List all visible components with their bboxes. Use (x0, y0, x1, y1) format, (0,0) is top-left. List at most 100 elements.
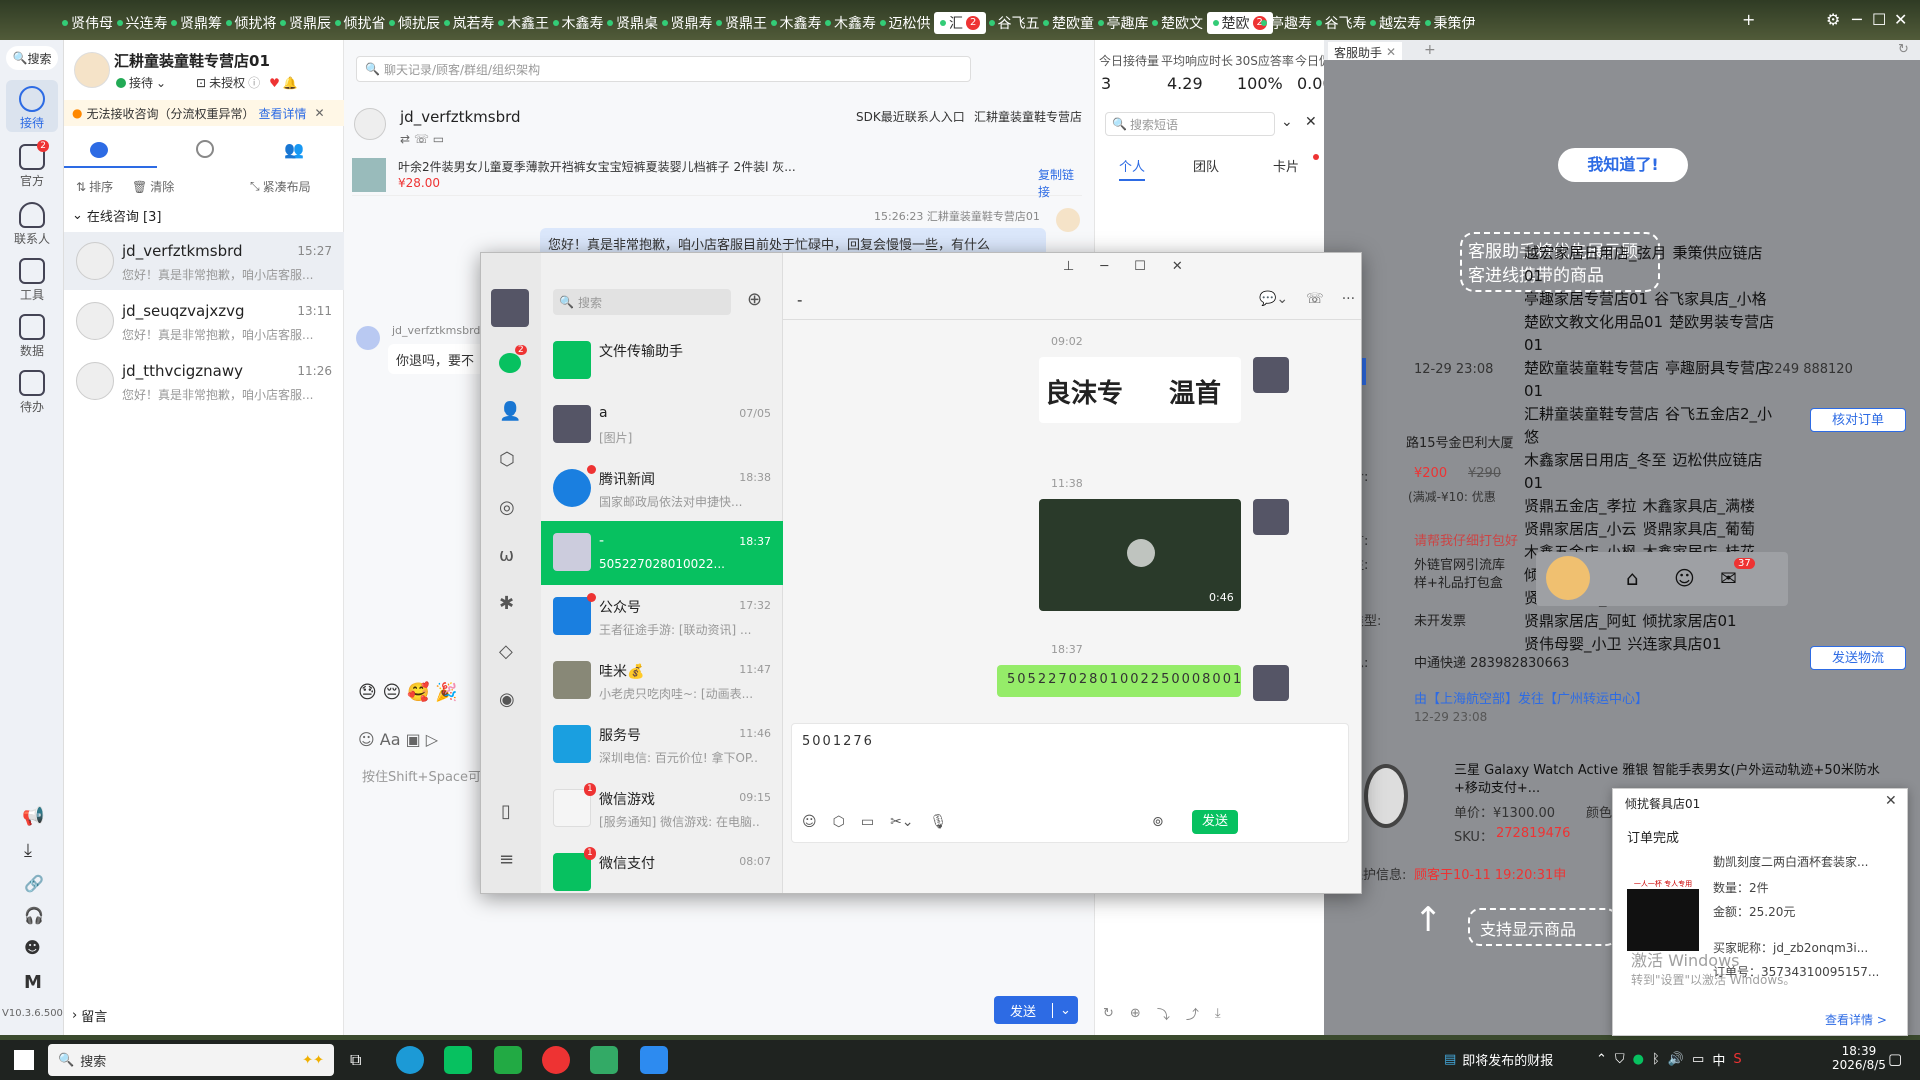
tab-store[interactable]: 木鑫王 (498, 12, 549, 34)
contacts-icon[interactable]: 👤 (499, 401, 521, 422)
chat-options-icon[interactable]: 💬⌄ (1259, 291, 1288, 307)
tab-store[interactable]: 秉策伊 (1424, 12, 1476, 34)
mascot-avatar[interactable] (1546, 556, 1590, 600)
tab-store[interactable]: 贤鼎寿 (661, 12, 713, 34)
chat-bubble-icon[interactable] (90, 142, 108, 158)
order-popup[interactable]: 倾扰餐具店01 ✕ 订单完成 一人一杯 专人专用 勤凯刻度二两白酒杯套装家...… (1612, 788, 1908, 1036)
refresh-icon[interactable]: ↻ (1103, 1006, 1114, 1021)
tab-store[interactable]: 木鑫寿 (552, 12, 604, 34)
tab-store[interactable]: 楚欧文 (1152, 12, 1203, 34)
auth-status[interactable]: ⊡ 未授权 ⓘ ♥ 🔔 (196, 74, 298, 91)
chat-icon[interactable] (499, 353, 521, 373)
app-red-icon[interactable] (542, 1046, 570, 1074)
task-view-icon[interactable]: ⧉ (350, 1050, 361, 1070)
wechat-tray-icon[interactable]: ● (1633, 1052, 1644, 1067)
miniprogram-icon[interactable]: ◇ (499, 641, 513, 662)
list-item[interactable]: 哇米💰 11:47 小老虎只吃肉哇~: [动画表... (541, 649, 783, 713)
search-input[interactable]: 🔍 聊天记录/顾客/群组/组织架构 (356, 56, 971, 82)
compact-layout-button[interactable]: ⤡ 紧凑布局 (250, 178, 311, 195)
tab-store[interactable]: 兴连寿 (116, 12, 168, 34)
nav-item-contacts[interactable]: 联系人 (6, 196, 58, 248)
store-list-item[interactable]: 汇耕童装童鞋专营店 (1524, 405, 1659, 423)
wechat-avatar[interactable] (491, 289, 529, 327)
tab-store[interactable]: 贤鼎桌 (607, 12, 658, 34)
list-item[interactable]: 1 微信游戏 09:15 [服务通知] 微信游戏: 在电脑... (541, 777, 783, 841)
windows-start-icon[interactable] (14, 1050, 34, 1070)
folder-icon[interactable]: ▭ (861, 814, 874, 830)
tab-store[interactable]: 亭趣库 (1097, 12, 1149, 34)
clock[interactable]: 18:39 2026/8/5 (1832, 1044, 1886, 1072)
search-button[interactable]: 🔍 搜索 (6, 46, 58, 70)
tab-store[interactable]: 贤鼎筹 (171, 12, 222, 34)
app-icon[interactable] (590, 1046, 618, 1074)
close-icon[interactable]: ✕ (1894, 10, 1907, 29)
clear-button[interactable]: 🗑 清除 (132, 178, 174, 195)
list-item[interactable]: 文件传输助手 (541, 329, 783, 393)
add-tab-icon[interactable]: + (1424, 42, 1436, 58)
store-list-item[interactable]: 贤鼎家居店_阿虹 (1524, 612, 1637, 630)
megaphone-icon[interactable]: 📢 (22, 806, 44, 827)
bluetooth-icon[interactable]: ᛒ (1652, 1052, 1660, 1067)
refresh-icon[interactable]: ↻ (1898, 42, 1909, 57)
collapse-icon[interactable]: ⌄ (1281, 114, 1293, 130)
app-blue-icon[interactable] (640, 1046, 668, 1074)
tab-personal[interactable]: 个人 (1119, 156, 1146, 181)
list-item[interactable]: 腾讯新闻 18:38 国家邮政局依法对申捷快... (541, 457, 783, 521)
tab-team[interactable]: 团队 (1193, 156, 1219, 175)
import-icon[interactable]: ⤵ (1157, 1004, 1170, 1023)
verify-order-button[interactable]: 核对订单 (1810, 408, 1906, 432)
quick-search-input[interactable]: 🔍 搜索短语 (1105, 112, 1275, 136)
app-icon[interactable] (494, 1046, 522, 1074)
tab-store[interactable]: 贤鼎王 (716, 12, 767, 34)
chat-icon[interactable]: ☺ (1674, 566, 1695, 590)
tab-store[interactable]: 木鑫寿 (825, 12, 876, 34)
details-link[interactable]: 查看详情 > (1825, 1011, 1887, 1028)
message-input[interactable]: 5001276 ☺ ⬡ ▭ ✂⌄ 🎙 ⊚ 发送 (791, 723, 1349, 843)
maximize-icon[interactable]: ☐ (1134, 259, 1146, 274)
tab-store[interactable]: 贤伟母 (62, 12, 113, 34)
tab-store[interactable]: 汇2 (934, 12, 987, 34)
emoji-row[interactable]: 😓 😔 🥰 🎉 (358, 682, 458, 703)
ime-indicator[interactable]: 中 (1712, 1050, 1725, 1069)
menu-icon[interactable]: ≡ (499, 849, 514, 870)
add-tab-icon[interactable]: + (1742, 10, 1755, 29)
link-icon[interactable]: 🔗 (24, 874, 44, 893)
microphone-icon[interactable]: 🎙 (930, 814, 948, 830)
download-icon[interactable]: ⤓ (24, 840, 32, 861)
group-icon[interactable]: 👥 (284, 140, 304, 159)
conversation-item[interactable]: jd_verfztkmsbrd 15:27 您好！真是非常抱歉，咱小店客服... (64, 232, 344, 290)
call-icon[interactable]: ☏ (1306, 291, 1324, 307)
close-icon[interactable]: ✕ (1305, 114, 1317, 130)
copy-link-button[interactable]: 复制链接 (1038, 166, 1082, 200)
wechat-send-button[interactable]: 发送 (1192, 810, 1238, 834)
tab-store[interactable]: 谷飞五 (988, 12, 1040, 34)
list-item[interactable]: 公众号 17:32 王者征途手游: [联动资讯] ... (541, 585, 783, 649)
conversation-item[interactable]: jd_seuqzvajxzvg 13:11 您好！真是非常抱歉，咱小店客服... (64, 292, 344, 350)
store-list-item[interactable]: 倾扰家居店01 (1643, 612, 1737, 630)
moments-icon[interactable]: ◎ (499, 497, 515, 518)
robot-icon[interactable]: ☻ (24, 938, 41, 957)
emoji-icon[interactable]: ☺ (802, 814, 817, 830)
store-list-item[interactable]: 楚欧童装童鞋专营店 (1524, 359, 1659, 377)
tab-store[interactable]: 谷飞寿 (1315, 12, 1367, 34)
maximize-icon[interactable]: ☐ (1872, 10, 1886, 29)
nav-item-data[interactable]: 数据 (6, 308, 58, 360)
favorites-icon[interactable]: ⬡ (833, 814, 845, 830)
tab-store[interactable]: 木鑫寿 (770, 12, 822, 34)
tab-store[interactable]: 越宏寿 (1370, 12, 1421, 34)
store-list-item[interactable]: 谷飞家具店_小格 (1654, 290, 1767, 308)
input-toolbar[interactable]: ☺ Aa ▣ ▷ (358, 730, 438, 749)
close-icon[interactable]: ✕ (1172, 259, 1183, 274)
toolbar-icons[interactable]: ↻ ⊕ ⤵ ⤴ ⤓ (1103, 1004, 1221, 1023)
store-list-item[interactable]: 木鑫家居日用店_冬至 (1524, 451, 1667, 469)
tab-store[interactable]: 倾扰将 (225, 12, 277, 34)
clock-icon[interactable] (196, 140, 214, 158)
notification-icon[interactable]: ▢ (1888, 1050, 1902, 1068)
store-avatar[interactable] (74, 52, 110, 88)
minimize-icon[interactable]: ─ (1852, 10, 1862, 29)
minimize-icon[interactable]: ─ (1100, 259, 1108, 274)
wechat-taskbar-icon[interactable] (444, 1046, 472, 1074)
search-feature-icon[interactable]: ✱ (499, 593, 514, 614)
headset-icon[interactable]: 🎧 (24, 906, 44, 925)
conversation-item[interactable]: jd_tthvcigznawy 11:26 您好！真是非常抱歉，咱小店客服... (64, 352, 344, 410)
